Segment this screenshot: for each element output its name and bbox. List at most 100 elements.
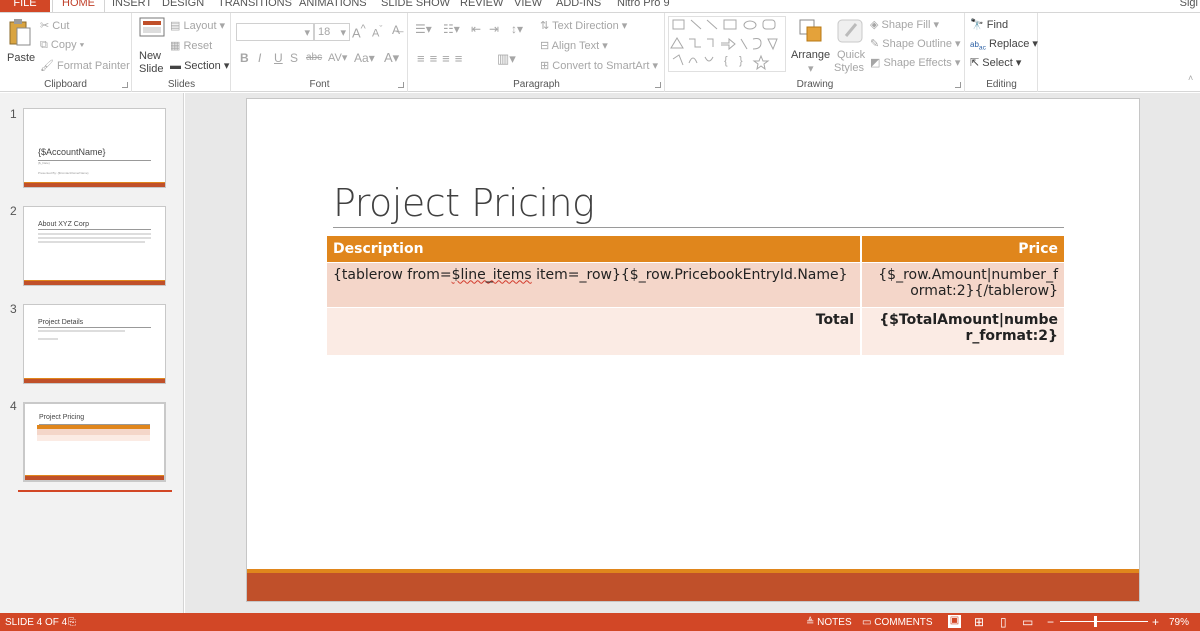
reset-button[interactable]: ▦ Reset [170, 39, 212, 52]
zoom-in-icon[interactable]: + [1152, 615, 1159, 629]
thumb-title: About XYZ Corp [38, 221, 89, 228]
header-price[interactable]: Price [861, 236, 1064, 262]
zoom-out-icon[interactable]: − [1047, 615, 1054, 629]
quick-styles-button[interactable]: Quick Styles [834, 17, 868, 75]
convert-smartart-button[interactable]: ⊞ Convert to SmartArt ▾ [540, 59, 658, 72]
underline-button[interactable]: U [274, 51, 283, 65]
line-item-price-cell[interactable]: {$_row.Amount|number_format:2}{/tablerow… [861, 261, 1064, 307]
character-spacing-button[interactable]: AV▾ [328, 51, 347, 64]
slide-thumbnail-3[interactable]: Project Details [23, 304, 166, 384]
grow-font-button[interactable]: A^ [352, 23, 366, 40]
vertical-scrollbar[interactable] [1188, 93, 1200, 613]
scissors-icon: ✂ [40, 20, 50, 32]
replace-button[interactable]: abac Replace ▾ [970, 37, 1038, 52]
layout-button[interactable]: ▤ Layout ▾ [170, 19, 225, 32]
slideshow-icon[interactable]: ▭ [1022, 615, 1033, 629]
shape-fill-button[interactable]: ◈ Shape Fill ▾ [870, 18, 939, 31]
slide-sorter-icon[interactable]: ⊞ [974, 615, 984, 629]
tab-design[interactable]: DESIGN [162, 0, 204, 12]
slide-4[interactable]: Project Pricing Description Price {table… [246, 98, 1140, 602]
sign-in-link[interactable]: Sigi [1180, 0, 1198, 9]
reading-view-icon[interactable]: ▯ [1000, 615, 1007, 629]
tab-file[interactable]: FILE [0, 0, 50, 12]
select-button[interactable]: ⇱ Select ▾ [970, 56, 1021, 69]
font-size-combo[interactable]: 18 ▾ [314, 23, 350, 41]
header-description[interactable]: Description [327, 236, 862, 262]
shapes-gallery[interactable]: {} [668, 16, 786, 72]
font-name-combo[interactable]: ▾ [236, 23, 314, 41]
shape-effects-label: Shape Effects [883, 57, 952, 69]
zoom-slider-thumb[interactable] [1094, 616, 1097, 627]
change-case-button[interactable]: Aa▾ [354, 51, 375, 65]
new-slide-button[interactable]: New Slide [137, 17, 167, 75]
case-label: Aa [354, 51, 369, 65]
thumb-text-lines [38, 330, 125, 332]
line-spacing-button[interactable]: ↕▾ [511, 22, 523, 36]
clear-format-button[interactable]: A̶ [392, 23, 400, 37]
font-color-button[interactable]: A▾ [384, 50, 399, 66]
slide-thumbnail-4[interactable]: Project Pricing [23, 402, 166, 482]
paste-button[interactable]: Paste [5, 16, 37, 66]
numbering-button[interactable]: ☷▾ [443, 22, 460, 36]
text-direction-button[interactable]: ⇅ Text Direction ▾ [540, 19, 627, 32]
cut-button[interactable]: ✂ Cut [40, 19, 69, 32]
cursor-arrow-icon: ⇱ [970, 57, 980, 69]
comments-button[interactable]: ▭ COMMENTS [862, 617, 933, 628]
clipboard-launcher-icon[interactable] [122, 82, 128, 88]
shape-outline-button[interactable]: ✎ Shape Outline ▾ [870, 37, 961, 50]
increase-indent-button[interactable]: ⇥ [489, 22, 499, 36]
normal-view-icon[interactable]: ▣ [948, 615, 961, 628]
cell-text-misspelled: $line_items [451, 266, 532, 283]
tab-animations[interactable]: ANIMATIONS [299, 0, 367, 12]
tab-insert[interactable]: INSERT [112, 0, 152, 12]
shrink-font-button[interactable]: Aˇ [372, 24, 382, 40]
chevron-down-icon: ▾ [808, 63, 814, 75]
cell-text: {$TotalAmount|number_format:2} [879, 311, 1058, 344]
strikethrough-button[interactable]: abc [306, 52, 322, 63]
bullets-button[interactable]: ☰▾ [415, 22, 432, 36]
new-slide-icon [139, 17, 165, 37]
italic-button[interactable]: I [258, 51, 261, 65]
decrease-indent-button[interactable]: ⇤ [471, 22, 481, 36]
zoom-level[interactable]: 79% [1169, 617, 1189, 628]
tab-transitions[interactable]: TRANSITIONS [218, 0, 292, 12]
align-text-button[interactable]: ⊟ Align Text ▾ [540, 39, 608, 52]
slide-thumbnail-2[interactable]: About XYZ Corp [23, 206, 166, 286]
tab-home[interactable]: HOME [52, 0, 105, 12]
smartart-icon: ⊞ [540, 60, 550, 72]
slide-thumbnail-1[interactable]: {$AccountName} {$_Date} Presented By: {$… [23, 108, 166, 188]
slide-title[interactable]: Project Pricing [333, 181, 595, 225]
layout-label: Layout [183, 20, 217, 32]
total-label-cell[interactable]: Total [327, 306, 862, 355]
find-button[interactable]: 🔭 Find [970, 18, 1008, 31]
text-direction-label: Text Direction [552, 20, 619, 32]
pricing-table[interactable]: Description Price {tablerow from=$line_i… [327, 236, 1064, 355]
columns-button[interactable]: ▥▾ [497, 51, 516, 67]
zoom-slider[interactable] [1060, 621, 1148, 622]
shape-effects-button[interactable]: ◩ Shape Effects ▾ [870, 56, 960, 69]
font-launcher-icon[interactable] [398, 82, 404, 88]
total-price-cell[interactable]: {$TotalAmount|number_format:2} [861, 306, 1064, 355]
format-painter-button[interactable]: 🖌 Format Painter [40, 59, 130, 72]
font-size-value: 18 [318, 26, 331, 38]
arrange-button[interactable]: Arrange ▾ [790, 17, 834, 75]
collapse-ribbon-icon[interactable]: ˄ [1188, 73, 1193, 83]
tab-nitro-pro[interactable]: Nitro Pro 9 [617, 0, 670, 12]
bold-button[interactable]: B [240, 51, 249, 65]
spelling-icon[interactable]: ⎘ [68, 617, 76, 628]
drawing-launcher-icon[interactable] [955, 82, 961, 88]
paragraph-launcher-icon[interactable] [655, 82, 661, 88]
tab-slide-show[interactable]: SLIDE SHOW [381, 0, 450, 12]
tab-view[interactable]: VIEW [514, 0, 542, 12]
replace-icon: abac [970, 40, 986, 52]
alignment-buttons[interactable]: ≡≡≡≡ [417, 51, 467, 66]
tab-review[interactable]: REVIEW [460, 0, 503, 12]
pencil-icon: ✎ [870, 38, 880, 50]
notes-button[interactable]: ≜ NOTES [806, 617, 852, 628]
shadow-button[interactable]: S [290, 51, 298, 65]
line-item-description-cell[interactable]: {tablerow from=$line_items item=_row}{$_… [327, 261, 862, 307]
copy-button[interactable]: ⧉ Copy ▾ [40, 39, 84, 52]
table-header-row: Description Price [327, 236, 1064, 262]
tab-add-ins[interactable]: ADD-INS [556, 0, 601, 12]
section-button[interactable]: ▬ Section ▾ [170, 59, 229, 72]
